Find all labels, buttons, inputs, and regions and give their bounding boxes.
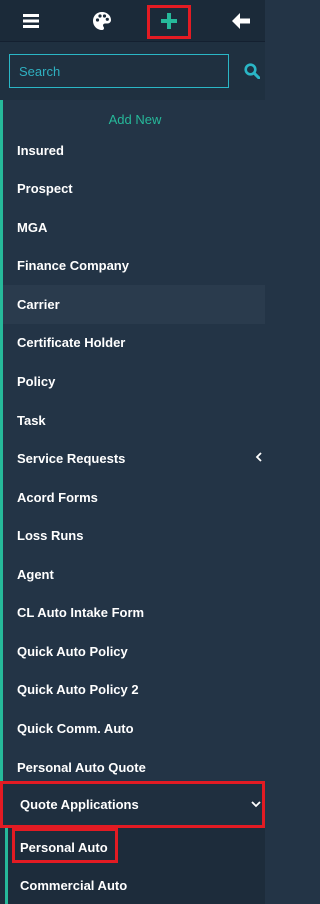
menu-icon[interactable] bbox=[14, 0, 48, 41]
section-heading-add-new: Add New bbox=[108, 112, 162, 127]
submenu-item-personal-auto[interactable]: Personal Auto bbox=[8, 828, 265, 866]
menu-item-loss-runs[interactable]: Loss Runs bbox=[3, 516, 265, 555]
submenu-item-commercial-auto[interactable]: Commercial Auto bbox=[8, 866, 265, 904]
menu-item-finance-company[interactable]: Finance Company bbox=[3, 246, 265, 285]
search-bar bbox=[0, 42, 265, 100]
menu-item-quick-comm-auto[interactable]: Quick Comm. Auto bbox=[3, 709, 265, 748]
chevron-left-icon[interactable] bbox=[252, 449, 264, 465]
chevron-down-icon bbox=[250, 797, 262, 811]
palette-icon[interactable] bbox=[84, 0, 120, 41]
search-icon[interactable] bbox=[240, 57, 264, 85]
quote-applications-submenu: Personal Auto Commercial Auto bbox=[0, 828, 265, 904]
arrow-left-icon[interactable] bbox=[224, 0, 258, 41]
menu-item-agent[interactable]: Agent bbox=[3, 555, 265, 594]
quote-applications-label: Quote Applications bbox=[20, 797, 139, 812]
menu-item-insured[interactable]: Insured bbox=[3, 131, 265, 170]
plus-icon[interactable] bbox=[146, 0, 192, 41]
menu-item-quick-auto-policy-2[interactable]: Quick Auto Policy 2 bbox=[3, 670, 265, 709]
search-input[interactable] bbox=[9, 54, 229, 88]
menu-item-acord-forms[interactable]: Acord Forms bbox=[3, 478, 265, 517]
menu-item-quick-auto-policy[interactable]: Quick Auto Policy bbox=[3, 632, 265, 671]
menu-group-quote-applications[interactable]: Quote Applications bbox=[0, 781, 265, 828]
menu-item-prospect[interactable]: Prospect bbox=[3, 169, 265, 208]
menu-item-policy[interactable]: Policy bbox=[3, 362, 265, 401]
menu-item-cl-auto-intake-form[interactable]: CL Auto Intake Form bbox=[3, 593, 265, 632]
menu-item-certificate-holder[interactable]: Certificate Holder bbox=[3, 323, 265, 362]
menu-item-mga[interactable]: MGA bbox=[3, 208, 265, 247]
menu-item-carrier[interactable]: Carrier bbox=[3, 285, 265, 324]
top-toolbar bbox=[0, 0, 265, 42]
menu-item-task[interactable]: Task bbox=[3, 401, 265, 440]
menu-item-service-requests[interactable]: Service Requests bbox=[3, 439, 265, 478]
